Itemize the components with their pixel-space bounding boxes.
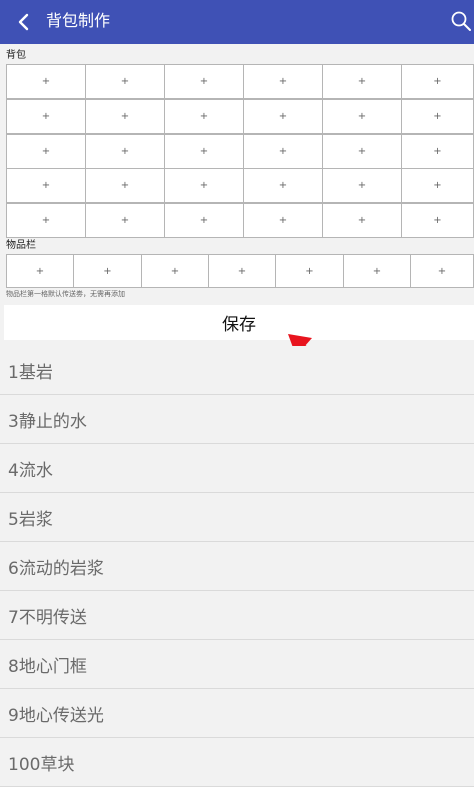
backpack-slot[interactable]: + (164, 64, 244, 99)
backpack-slot[interactable]: + (243, 168, 323, 203)
list-item[interactable]: 5岩浆 (0, 493, 474, 542)
backpack-slot[interactable]: + (6, 168, 86, 203)
backpack-slot[interactable]: + (322, 168, 402, 203)
list-item[interactable]: 100草块 (0, 738, 474, 787)
save-button[interactable]: 保存 (4, 305, 474, 340)
backpack-slot[interactable]: + (6, 134, 86, 169)
hotbar-slot[interactable]: + (141, 254, 209, 288)
backpack-slot[interactable]: + (243, 99, 323, 134)
search-icon[interactable] (450, 10, 472, 32)
backpack-slot[interactable]: + (322, 134, 402, 169)
backpack-slot[interactable]: + (6, 64, 86, 99)
backpack-slot[interactable]: + (164, 134, 244, 169)
page-title: 背包制作 (46, 11, 111, 30)
hotbar-label: 物品栏 (6, 240, 36, 251)
hotbar-slot[interactable]: + (275, 254, 344, 288)
app-bar: 背包制作 (0, 0, 474, 44)
backpack-slot[interactable]: + (85, 168, 165, 203)
backpack-slot[interactable]: + (401, 64, 474, 99)
backpack-slot[interactable]: + (85, 134, 165, 169)
list-item[interactable]: 6流动的岩浆 (0, 542, 474, 591)
backpack-slot[interactable]: + (164, 168, 244, 203)
list-item[interactable]: 8地心门框 (0, 640, 474, 689)
backpack-slot[interactable]: + (243, 203, 323, 238)
hotbar-slot[interactable]: + (343, 254, 411, 288)
backpack-slot[interactable]: + (85, 99, 165, 134)
item-list: 1基岩 3静止的水 4流水 5岩浆 6流动的岩浆 7不明传送 8地心门框 9地心传送光 100草… (0, 346, 474, 787)
backpack-slot[interactable]: + (401, 99, 474, 134)
list-item[interactable]: 3静止的水 (0, 395, 474, 444)
backpack-slot[interactable]: + (401, 203, 474, 238)
backpack-slot[interactable]: + (401, 168, 474, 203)
backpack-slot[interactable]: + (322, 99, 402, 134)
backpack-slot[interactable]: + (164, 203, 244, 238)
hotbar-slot[interactable]: + (410, 254, 474, 288)
backpack-slot[interactable]: + (243, 134, 323, 169)
backpack-slot[interactable]: + (6, 203, 86, 238)
list-item[interactable]: 9地心传送光 (0, 689, 474, 738)
backpack-label: 背包 (6, 50, 26, 61)
list-item[interactable]: 4流水 (0, 444, 474, 493)
backpack-slot[interactable]: + (6, 99, 86, 134)
backpack-grid: + + + + + + + + + + + + + + + + + + + + + + + + + + + + + + (6, 64, 474, 238)
list-item[interactable]: 1基岩 (0, 346, 474, 395)
hotbar-slot[interactable]: + (6, 254, 74, 288)
backpack-slot[interactable]: + (164, 99, 244, 134)
hotbar-grid: + + + + + + + (6, 254, 474, 288)
hotbar-slot[interactable]: + (73, 254, 142, 288)
list-item[interactable]: 7不明传送 (0, 591, 474, 640)
backpack-slot[interactable]: + (85, 203, 165, 238)
backpack-slot[interactable]: + (322, 64, 402, 99)
backpack-slot[interactable]: + (401, 134, 474, 169)
backpack-slot[interactable]: + (85, 64, 165, 99)
hotbar-hint: 物品栏第一格默认传送劵，无需再添加 (6, 290, 125, 298)
back-arrow-icon[interactable] (14, 12, 34, 32)
hotbar-slot[interactable]: + (208, 254, 276, 288)
backpack-slot[interactable]: + (243, 64, 323, 99)
backpack-slot[interactable]: + (322, 203, 402, 238)
